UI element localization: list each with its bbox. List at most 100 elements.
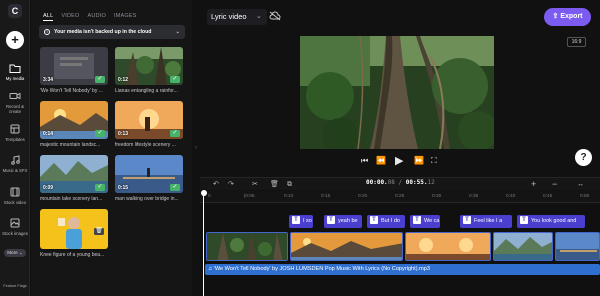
media-tile[interactable]: 0:14 ✓ majestic mountain landsc... <box>40 101 108 148</box>
duration-label: 0:15 <box>118 185 129 191</box>
text-clip[interactable]: T You look good and <box>517 215 585 228</box>
video-clip[interactable] <box>206 232 288 261</box>
media-tile[interactable]: 0:12 ✓ Lianas entangling a rainfor... <box>115 47 183 94</box>
text-clip[interactable]: T Feel like I a <box>460 215 512 228</box>
collapse-panel-handle[interactable]: ‹ <box>195 145 197 151</box>
scissors-icon[interactable]: ✂ <box>252 179 258 190</box>
video-preview[interactable] <box>300 36 494 149</box>
tab-video[interactable]: VIDEO <box>61 13 79 21</box>
more-button[interactable]: More ⌄ <box>4 249 26 257</box>
check-icon: ✓ <box>95 184 105 191</box>
check-icon: ✓ <box>95 76 105 83</box>
media-tile[interactable]: 3:34 ✓ 'We Won't Tell Nobody' by ... <box>40 47 108 94</box>
media-caption: mountain lake scenery lan... <box>40 196 103 202</box>
video-clip[interactable] <box>493 232 553 261</box>
media-tile[interactable]: 0:13 ✓ freedom lifestyle scenery ... <box>115 101 183 148</box>
rewind-icon[interactable]: ⏪ <box>376 155 386 167</box>
nav-my-media[interactable]: My media <box>0 62 30 81</box>
text-clip-label: Feel like I a <box>474 218 503 224</box>
text-clip-label: yeah be <box>338 218 358 224</box>
nav-label: My media <box>5 76 25 81</box>
media-thumbnail: 3:34 ✓ <box>40 47 108 85</box>
fullscreen-icon[interactable]: ⛶ <box>431 155 437 167</box>
nav-label: Stock images <box>2 231 28 236</box>
help-button[interactable]: ? <box>575 149 592 166</box>
fast-forward-icon[interactable]: ⏩ <box>414 155 424 167</box>
nav-stock-images[interactable]: Stock images <box>0 217 30 236</box>
duration-label: 0:09 <box>43 185 54 191</box>
media-caption: man walking over bridge in... <box>115 196 179 202</box>
check-icon: ✓ <box>170 130 180 137</box>
media-thumbnail: 0:13 ✓ <box>115 101 183 139</box>
info-icon: ! <box>44 29 50 35</box>
video-clip[interactable] <box>405 232 491 261</box>
nav-templates[interactable]: Templates <box>0 123 30 142</box>
ruler-tick: 0:20 <box>358 194 368 199</box>
text-clip[interactable]: TI so <box>289 215 313 228</box>
export-button[interactable]: ⇪ Export <box>544 8 591 26</box>
tab-audio[interactable]: AUDIO <box>88 13 106 21</box>
check-icon: ✓ <box>95 130 105 137</box>
media-thumbnail: 0:12 ✓ <box>115 47 183 85</box>
more-label: More <box>7 250 18 255</box>
fit-timeline-icon[interactable]: ↔ <box>577 179 584 190</box>
tab-all[interactable]: ALL <box>43 13 54 21</box>
trash-icon[interactable]: 🗑 <box>94 228 104 235</box>
zoom-in-icon[interactable]: + <box>531 179 536 190</box>
duplicate-icon[interactable]: ⧉ <box>287 179 292 190</box>
playhead <box>203 195 204 296</box>
ruler-tick: 0:30 <box>432 194 442 199</box>
templates-icon <box>8 123 22 135</box>
text-clip-label: You look good and <box>531 218 577 224</box>
video-clip[interactable] <box>290 232 403 261</box>
total-time: 00:55. <box>405 179 428 186</box>
video-clip[interactable] <box>555 232 600 261</box>
audio-clip[interactable]: ♫ 'We Won't Tell Nobody' by JOSH LUMSDEN… <box>205 264 600 275</box>
ruler-tick: 0:50 <box>580 194 590 199</box>
add-media-button[interactable]: + <box>6 31 24 49</box>
skip-back-icon[interactable]: ⏮ <box>361 155 368 167</box>
chevron-down-icon[interactable]: ⌄ <box>256 12 262 20</box>
text-clip[interactable]: T We ca <box>410 215 440 228</box>
ruler-tick: 0:25 <box>395 194 405 199</box>
timecode-display: 00:00.08 / 00:55.12 <box>366 179 435 186</box>
tab-images[interactable]: IMAGES <box>114 13 137 21</box>
nav-record-create[interactable]: Record & create <box>0 90 30 114</box>
nav-label: Templates <box>5 137 25 142</box>
aspect-ratio-button[interactable]: 16:9 <box>567 37 586 47</box>
camera-icon <box>8 90 22 102</box>
media-tile[interactable]: 🗑 Knee figure of a young bea... <box>40 209 108 258</box>
text-icon: T <box>292 216 300 224</box>
video-track <box>206 232 600 261</box>
ruler-tick: 0:45 <box>543 194 553 199</box>
redo-icon[interactable]: ↷ <box>228 179 234 190</box>
ruler-tick: 0 <box>208 194 211 199</box>
media-caption: freedom lifestyle scenery ... <box>115 142 176 148</box>
media-panel: ALL VIDEO AUDIO IMAGES ! Your media isn'… <box>31 0 192 296</box>
text-clip[interactable]: T But I do <box>367 215 405 228</box>
text-icon: T <box>327 216 335 224</box>
media-caption: majestic mountain landsc... <box>40 142 101 148</box>
zoom-out-icon[interactable]: − <box>552 179 557 190</box>
nav-stock-video[interactable]: Stock video <box>0 186 30 205</box>
play-icon[interactable]: ▶ <box>395 155 403 167</box>
text-clip[interactable]: Tyeah be <box>324 215 362 228</box>
trash-icon[interactable]: 🗑 <box>270 179 279 190</box>
current-time-frac: 08 <box>387 179 395 186</box>
media-thumbnail: 0:14 ✓ <box>40 101 108 139</box>
media-caption: Lianas entangling a rainfor... <box>115 88 178 94</box>
nav-rail: C + My media Record & create Templates M… <box>0 0 30 296</box>
text-clip-label: I so <box>303 218 312 224</box>
feature-flags-link[interactable]: Feature Flags <box>0 284 30 288</box>
total-time-frac: 12 <box>427 179 435 186</box>
app-logo[interactable]: C <box>8 4 22 18</box>
timeline-ruler[interactable]: 0 |0:05 0:10 0:15 0:20 0:25 0:30 0:35 0:… <box>200 191 600 203</box>
undo-icon[interactable]: ↶ <box>213 179 219 190</box>
current-time: 00:00. <box>366 179 388 186</box>
cloud-backup-banner[interactable]: ! Your media isn't backed up in the clou… <box>39 25 185 39</box>
media-thumbnail: 🗑 <box>40 209 108 249</box>
media-caption: Knee figure of a young bea... <box>40 252 105 258</box>
duration-label: 0:13 <box>118 131 129 137</box>
playhead-handle[interactable] <box>201 190 207 196</box>
playback-controls: ⏮ ⏪ ▶ ⏩ ⛶ <box>0 155 600 169</box>
